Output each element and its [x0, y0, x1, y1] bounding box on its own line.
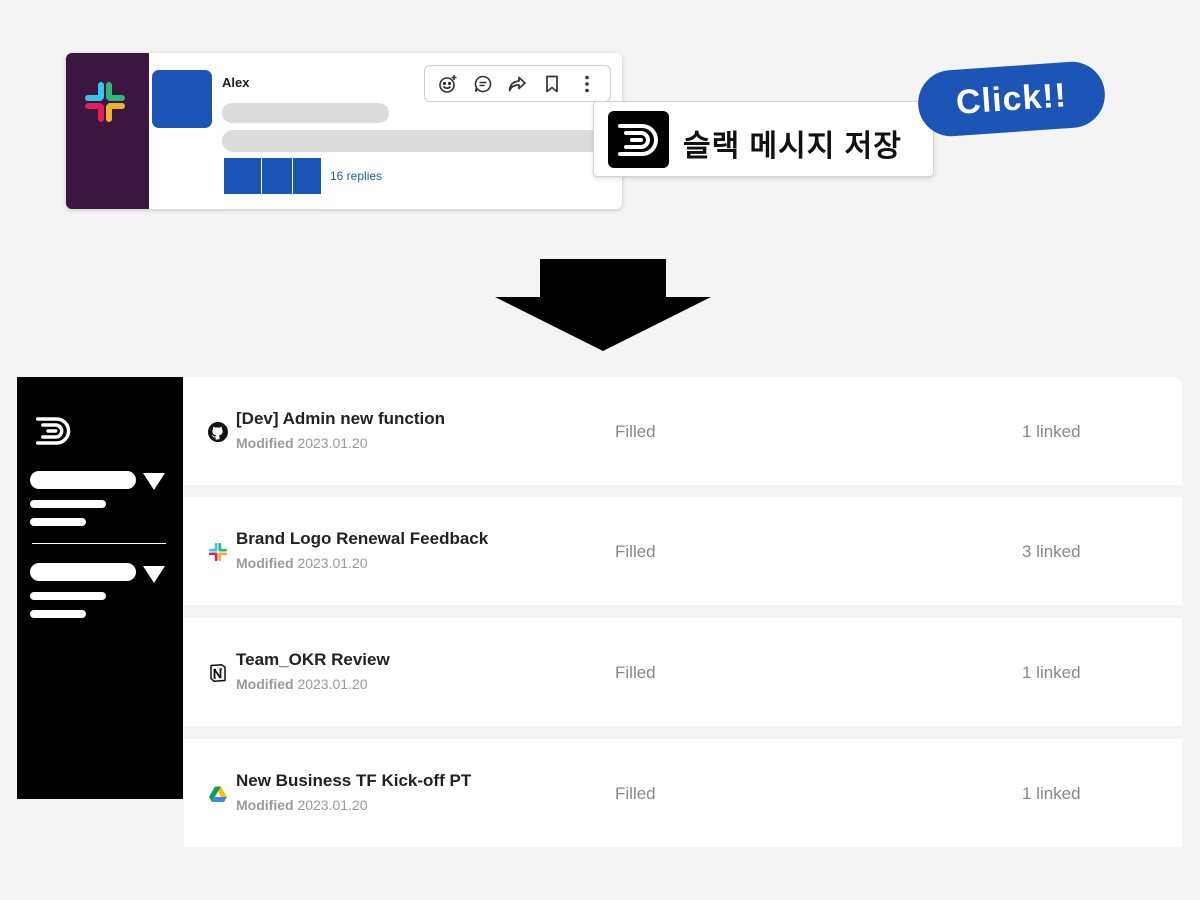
document-row[interactable]: New Business TF Kick-off PT Modified 202… [184, 739, 1182, 847]
bookmark-icon[interactable] [541, 73, 563, 95]
add-reaction-icon[interactable] [437, 73, 459, 95]
slack-sidebar [66, 53, 149, 209]
modified-date: 2023.01.20 [297, 435, 368, 451]
sidebar-item-placeholder[interactable] [30, 592, 106, 600]
more-icon[interactable] [576, 73, 598, 95]
modified-label: Modified [236, 676, 294, 692]
linked-count[interactable]: 1 linked [1022, 422, 1081, 442]
sidebar-item-placeholder[interactable] [30, 500, 106, 508]
thread-avatar [262, 158, 292, 194]
reply-in-thread-icon[interactable] [472, 73, 494, 95]
sidebar-group-placeholder[interactable] [30, 563, 136, 581]
modified-date: 2023.01.20 [297, 676, 368, 692]
sidebar-group-placeholder[interactable] [30, 471, 136, 489]
replies-link[interactable]: 16 replies [330, 169, 382, 183]
modified-date: 2023.01.20 [297, 555, 368, 571]
linked-count[interactable]: 1 linked [1022, 784, 1081, 804]
modified-date: 2023.01.20 [297, 797, 368, 813]
app-logo-icon[interactable] [36, 415, 72, 447]
message-author[interactable]: Alex [222, 75, 249, 90]
sidebar-item-placeholder[interactable] [30, 610, 86, 618]
modified-label: Modified [236, 797, 294, 813]
document-modified: Modified 2023.01.20 [236, 797, 368, 813]
down-arrow-icon [495, 259, 711, 351]
sidebar-divider [32, 543, 166, 544]
slack-icon [208, 542, 228, 562]
document-status: Filled [615, 663, 656, 682]
document-title[interactable]: New Business TF Kick-off PT [236, 771, 471, 791]
google-drive-icon [209, 786, 227, 802]
click-callout-text: Click!! [954, 75, 1069, 122]
document-modified: Modified 2023.01.20 [236, 435, 368, 451]
linked-count[interactable]: 3 linked [1022, 542, 1081, 562]
modified-label: Modified [236, 435, 294, 451]
github-icon [208, 422, 228, 442]
app-sidebar [17, 377, 183, 799]
chevron-down-icon[interactable] [143, 566, 165, 584]
thread-avatar [293, 158, 321, 194]
avatar[interactable] [152, 70, 212, 128]
document-row[interactable]: Team_OKR Review Modified 2023.01.20 Fill… [184, 618, 1182, 726]
thread-summary[interactable]: 16 replies [224, 158, 382, 194]
document-title[interactable]: [Dev] Admin new function [236, 409, 445, 429]
message-text-placeholder [222, 130, 622, 152]
document-row[interactable]: Brand Logo Renewal Feedback Modified 202… [184, 497, 1182, 605]
message-text-placeholder [222, 103, 389, 123]
chevron-down-icon[interactable] [143, 473, 165, 491]
document-modified: Modified 2023.01.20 [236, 676, 368, 692]
app-logo-icon [608, 111, 669, 168]
save-slack-message-label: 슬랙 메시지 저장 [683, 130, 902, 163]
message-actions-toolbar [424, 65, 611, 102]
document-status: Filled [615, 784, 656, 803]
linked-count[interactable]: 1 linked [1022, 663, 1081, 683]
document-status: Filled [615, 542, 656, 561]
click-callout-badge: Click!! [915, 59, 1108, 139]
share-icon[interactable] [506, 73, 528, 95]
document-title[interactable]: Brand Logo Renewal Feedback [236, 529, 488, 549]
sidebar-item-placeholder[interactable] [30, 518, 86, 526]
document-modified: Modified 2023.01.20 [236, 555, 368, 571]
notion-icon [210, 663, 226, 682]
document-status: Filled [615, 422, 656, 441]
document-row[interactable]: [Dev] Admin new function Modified 2023.0… [184, 377, 1182, 485]
thread-avatar [224, 158, 261, 194]
document-title[interactable]: Team_OKR Review [236, 650, 390, 670]
save-slack-message-menu-item[interactable]: 슬랙 메시지 저장 [593, 101, 934, 177]
modified-label: Modified [236, 555, 294, 571]
slack-logo-icon [85, 82, 125, 122]
